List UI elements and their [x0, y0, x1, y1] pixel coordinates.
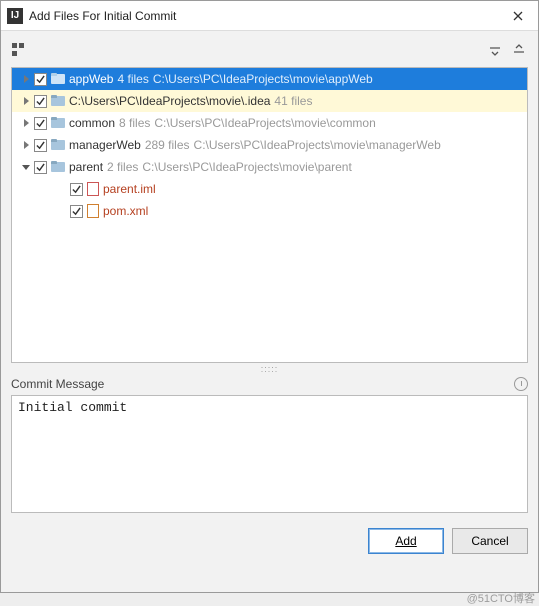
- checkbox[interactable]: [70, 183, 83, 196]
- toolbar: [11, 37, 528, 63]
- collapse-all-icon: [512, 43, 526, 57]
- button-bar: Add Cancel: [1, 518, 538, 562]
- expand-arrow-icon[interactable]: [20, 95, 32, 107]
- item-name: C:\Users\PC\IdeaProjects\movie\.idea: [69, 94, 270, 108]
- file-count: 2 files: [107, 160, 138, 174]
- expand-all-button[interactable]: [486, 41, 504, 59]
- item-path: C:\Users\PC\IdeaProjects\movie\common: [154, 116, 375, 130]
- folder-icon: [51, 161, 65, 173]
- checkbox[interactable]: [34, 117, 47, 130]
- checkbox[interactable]: [70, 205, 83, 218]
- folder-icon: [51, 95, 65, 107]
- item-name: pom.xml: [103, 204, 148, 218]
- tree-folder-row[interactable]: appWeb 4 files C:\Users\PC\IdeaProjects\mo…: [12, 68, 527, 90]
- file-count: 41 files: [274, 94, 312, 108]
- file-tree[interactable]: appWeb 4 files C:\Users\PC\IdeaProjects\mo…: [11, 67, 528, 363]
- expand-arrow-icon[interactable]: [20, 139, 32, 151]
- item-name: common: [69, 116, 115, 130]
- expand-arrow-icon[interactable]: [20, 117, 32, 129]
- item-name: appWeb: [69, 72, 113, 86]
- file-count: 4 files: [117, 72, 148, 86]
- expand-arrow-icon[interactable]: [20, 73, 32, 85]
- expand-all-icon: [488, 43, 502, 57]
- titlebar: IJ Add Files For Initial Commit: [1, 1, 538, 31]
- file-xml-icon: [87, 204, 99, 218]
- folder-icon: [51, 117, 65, 129]
- tree-file-row[interactable]: pom.xml: [12, 200, 527, 222]
- folder-icon: [51, 139, 65, 151]
- item-path: C:\Users\PC\IdeaProjects\movie\parent: [142, 160, 351, 174]
- cancel-button[interactable]: Cancel: [452, 528, 528, 554]
- group-by-button[interactable]: [11, 42, 27, 58]
- tree-file-row[interactable]: parent.iml: [12, 178, 527, 200]
- tree-folder-row[interactable]: managerWeb 289 files C:\Users\PC\IdeaProje…: [12, 134, 527, 156]
- app-icon: IJ: [7, 8, 23, 24]
- folder-icon: [51, 73, 65, 85]
- history-icon[interactable]: [514, 377, 528, 391]
- expand-arrow-icon[interactable]: [20, 161, 32, 173]
- collapse-all-button[interactable]: [510, 41, 528, 59]
- tree-folder-row[interactable]: common 8 files C:\Users\PC\IdeaProjects\mo…: [12, 112, 527, 134]
- item-name: parent.iml: [103, 182, 156, 196]
- add-button[interactable]: Add: [368, 528, 444, 554]
- file-count: 8 files: [119, 116, 150, 130]
- tree-folder-row[interactable]: parent 2 files C:\Users\PC\IdeaProjects\mo…: [12, 156, 527, 178]
- dialog-title: Add Files For Initial Commit: [29, 9, 504, 23]
- item-path: C:\Users\PC\IdeaProjects\movie\managerWe…: [194, 138, 441, 152]
- dialog-add-files-initial-commit: IJ Add Files For Initial Commit appWeb 4 …: [0, 0, 539, 593]
- checkbox[interactable]: [34, 139, 47, 152]
- commit-message-label: Commit Message: [11, 377, 104, 391]
- tree-folder-row[interactable]: C:\Users\PC\IdeaProjects\movie\.idea 41 f…: [12, 90, 527, 112]
- watermark-text: @51CTO博客: [467, 590, 535, 606]
- splitter-gripper[interactable]: :::::: [1, 365, 538, 373]
- item-path: C:\Users\PC\IdeaProjects\movie\appWeb: [153, 72, 373, 86]
- close-icon: [513, 11, 523, 21]
- close-button[interactable]: [504, 2, 532, 30]
- item-name: managerWeb: [69, 138, 141, 152]
- checkbox[interactable]: [34, 161, 47, 174]
- item-name: parent: [69, 160, 103, 174]
- commit-message-input[interactable]: [11, 395, 528, 513]
- checkbox[interactable]: [34, 73, 47, 86]
- file-count: 289 files: [145, 138, 190, 152]
- checkbox[interactable]: [34, 95, 47, 108]
- commit-message-section: Commit Message: [11, 375, 528, 518]
- group-by-icon: [12, 43, 17, 48]
- file-iml-icon: [87, 182, 99, 196]
